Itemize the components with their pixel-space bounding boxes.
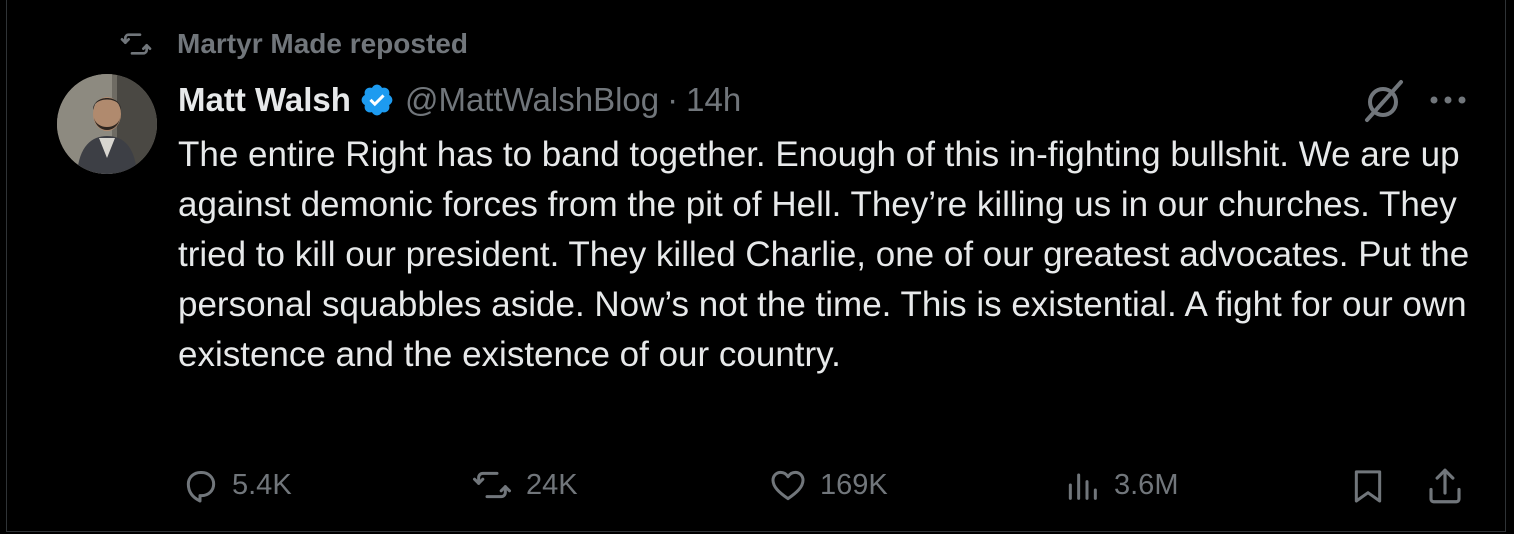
reply-count: 5.4K <box>232 468 292 501</box>
tweet-card[interactable]: Martyr Made reposted Matt Walsh @MattWal… <box>6 0 1506 532</box>
grok-icon[interactable] <box>1361 78 1407 124</box>
more-icon[interactable] <box>1427 86 1469 114</box>
avatar-image <box>57 74 157 174</box>
repost-count: 24K <box>526 468 578 501</box>
repost-icon <box>473 471 511 499</box>
verified-badge-icon[interactable] <box>359 82 395 118</box>
author-display-name[interactable]: Matt Walsh <box>178 81 351 119</box>
views-button[interactable]: 3.6M <box>1060 462 1178 508</box>
like-count: 169K <box>820 468 888 501</box>
bookmark-icon[interactable] <box>1348 464 1388 508</box>
views-count: 3.6M <box>1114 468 1179 501</box>
repost-icon <box>120 33 152 55</box>
like-button[interactable]: 169K <box>766 462 888 508</box>
heart-icon <box>771 470 805 501</box>
separator-dot: · <box>667 81 679 118</box>
repost-context[interactable]: Martyr Made reposted <box>115 26 468 62</box>
reply-icon <box>186 471 216 503</box>
repost-label: Martyr Made reposted <box>177 28 468 59</box>
repost-button[interactable]: 24K <box>468 462 578 508</box>
author-handle[interactable]: @MattWalshBlog <box>405 81 659 119</box>
share-icon[interactable] <box>1424 464 1466 508</box>
tweet-text: The entire Right has to band together. E… <box>178 135 1470 374</box>
action-bar: 5.4K 24K 169K 3.6M <box>178 462 1478 508</box>
views-icon <box>1068 473 1097 500</box>
post-time[interactable]: 14h <box>686 81 741 119</box>
tweet-header: Matt Walsh @MattWalshBlog · 14h <box>178 78 741 122</box>
reply-button[interactable]: 5.4K <box>178 462 292 508</box>
avatar[interactable] <box>57 74 157 174</box>
